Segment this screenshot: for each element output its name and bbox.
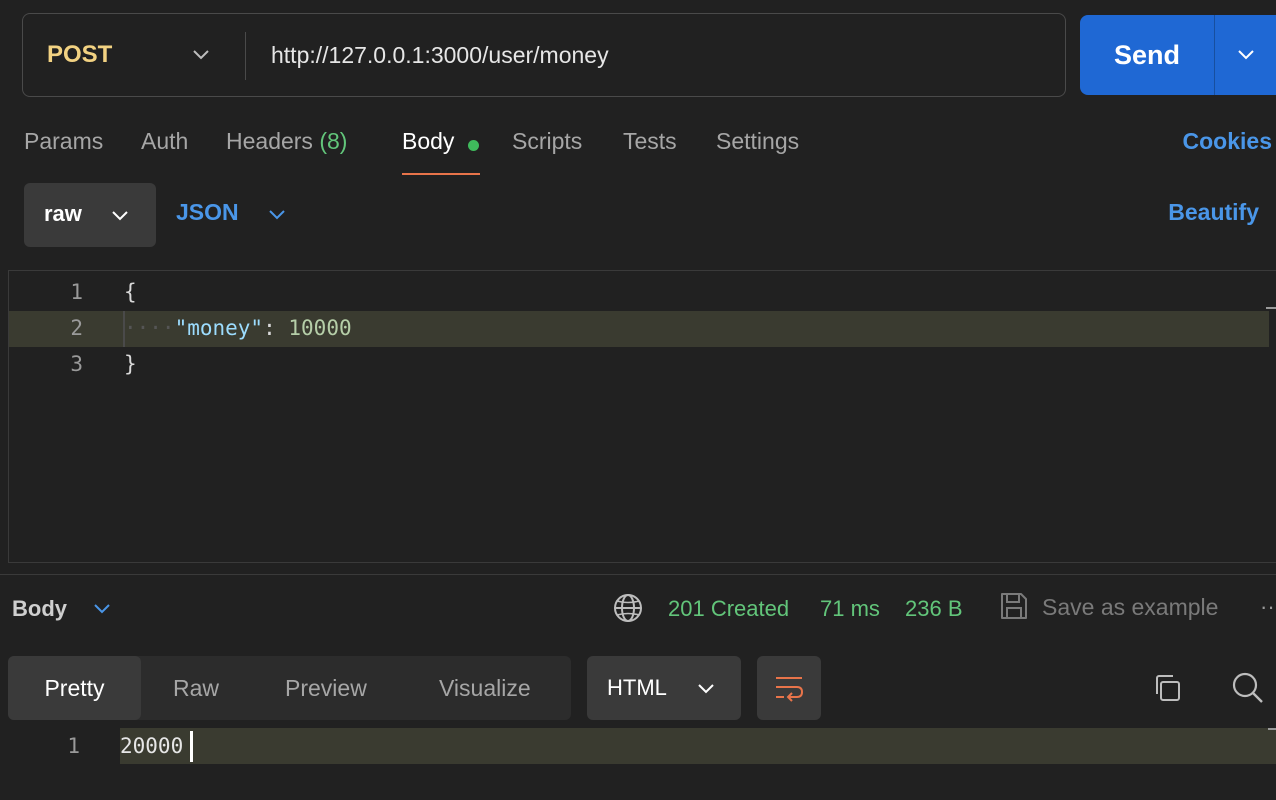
tab-scripts[interactable]: Scripts bbox=[512, 128, 582, 155]
more-options-button[interactable]: ·· bbox=[1260, 594, 1275, 620]
pane-resize-handle[interactable] bbox=[0, 574, 1276, 575]
request-tabs: Params Auth Headers (8) Body Scripts Tes… bbox=[0, 120, 1276, 176]
send-button-group: Send bbox=[1080, 15, 1276, 95]
code-text: { bbox=[124, 280, 137, 304]
view-tab-pretty[interactable]: Pretty bbox=[8, 656, 141, 720]
save-icon[interactable] bbox=[999, 591, 1029, 621]
response-code-text[interactable]: 20000 bbox=[120, 734, 183, 758]
cookies-link[interactable]: Cookies bbox=[1183, 128, 1272, 155]
json-key: "money" bbox=[174, 316, 264, 340]
globe-icon[interactable] bbox=[613, 593, 643, 623]
tab-auth[interactable]: Auth bbox=[141, 128, 188, 155]
tab-body[interactable]: Body bbox=[402, 128, 454, 155]
search-icon[interactable] bbox=[1231, 671, 1265, 705]
code-line: 1 { bbox=[9, 275, 1269, 311]
chevron-down-icon bbox=[112, 211, 128, 221]
indent-whitespace: ···· bbox=[124, 316, 175, 340]
beautify-button[interactable]: Beautify bbox=[1168, 199, 1259, 226]
url-text: http://127.0.0.1:3000/user/money bbox=[271, 41, 609, 68]
save-as-example-button[interactable]: Save as example bbox=[1042, 594, 1218, 621]
body-modified-dot bbox=[468, 140, 479, 151]
code-text: } bbox=[124, 352, 137, 376]
tab-headers-label: Headers bbox=[226, 128, 313, 154]
status-code[interactable]: 201 Created bbox=[668, 596, 789, 622]
scrollbar-marker bbox=[1266, 307, 1276, 309]
line-number: 1 bbox=[70, 280, 83, 304]
response-time[interactable]: 71 ms bbox=[820, 596, 880, 622]
chevron-down-icon bbox=[1238, 50, 1254, 60]
body-mode-select[interactable]: raw bbox=[24, 183, 156, 247]
url-input[interactable]: http://127.0.0.1:3000/user/money bbox=[271, 14, 609, 96]
divider bbox=[245, 32, 246, 80]
line-number: 3 bbox=[70, 352, 83, 376]
tab-tests[interactable]: Tests bbox=[623, 128, 677, 155]
response-code-line-current bbox=[120, 728, 1276, 764]
copy-icon[interactable] bbox=[1152, 673, 1182, 703]
view-tab-preview[interactable]: Preview bbox=[285, 656, 367, 720]
chevron-down-icon[interactable] bbox=[267, 208, 287, 222]
body-mode-label: raw bbox=[44, 201, 82, 226]
method-label: POST bbox=[47, 41, 113, 68]
code-line-current: 2 ····"money": 10000 bbox=[9, 311, 1269, 347]
json-value: 10000 bbox=[288, 316, 352, 340]
method-select[interactable]: POST bbox=[23, 14, 245, 96]
active-tab-indicator bbox=[402, 173, 480, 175]
code-line: 3 } bbox=[9, 347, 1269, 383]
text-caret bbox=[190, 731, 193, 762]
response-view-tabs: Pretty Raw Preview Visualize bbox=[8, 656, 571, 720]
response-size[interactable]: 236 B bbox=[905, 596, 963, 622]
chevron-down-icon bbox=[698, 684, 714, 694]
body-language-select[interactable]: JSON bbox=[176, 199, 239, 226]
view-tab-raw[interactable]: Raw bbox=[173, 656, 219, 720]
line-number: 2 bbox=[70, 316, 83, 340]
wrap-lines-button[interactable] bbox=[757, 656, 821, 720]
chevron-down-icon bbox=[193, 50, 209, 60]
json-separator: : bbox=[263, 316, 289, 340]
code-text: ····"money": 10000 bbox=[124, 316, 352, 340]
chevron-down-icon[interactable] bbox=[93, 602, 111, 616]
wrap-lines-icon bbox=[776, 677, 804, 702]
line-number: 1 bbox=[67, 734, 80, 758]
response-format-label: HTML bbox=[607, 675, 667, 700]
tab-headers[interactable]: Headers (8) bbox=[226, 128, 347, 155]
send-button[interactable]: Send bbox=[1080, 15, 1214, 95]
send-options-button[interactable] bbox=[1215, 15, 1276, 95]
request-bar: POST http://127.0.0.1:3000/user/money bbox=[22, 13, 1066, 97]
view-tab-visualize[interactable]: Visualize bbox=[439, 656, 531, 720]
response-section-label[interactable]: Body bbox=[12, 596, 67, 622]
tab-settings[interactable]: Settings bbox=[716, 128, 799, 155]
headers-count: (8) bbox=[319, 128, 348, 154]
tab-params[interactable]: Params bbox=[24, 128, 103, 155]
response-format-select[interactable]: HTML bbox=[587, 656, 741, 720]
request-body-editor[interactable]: 1 { 2 ····"money": 10000 3 } bbox=[8, 270, 1276, 563]
scrollbar-marker bbox=[1268, 728, 1276, 730]
